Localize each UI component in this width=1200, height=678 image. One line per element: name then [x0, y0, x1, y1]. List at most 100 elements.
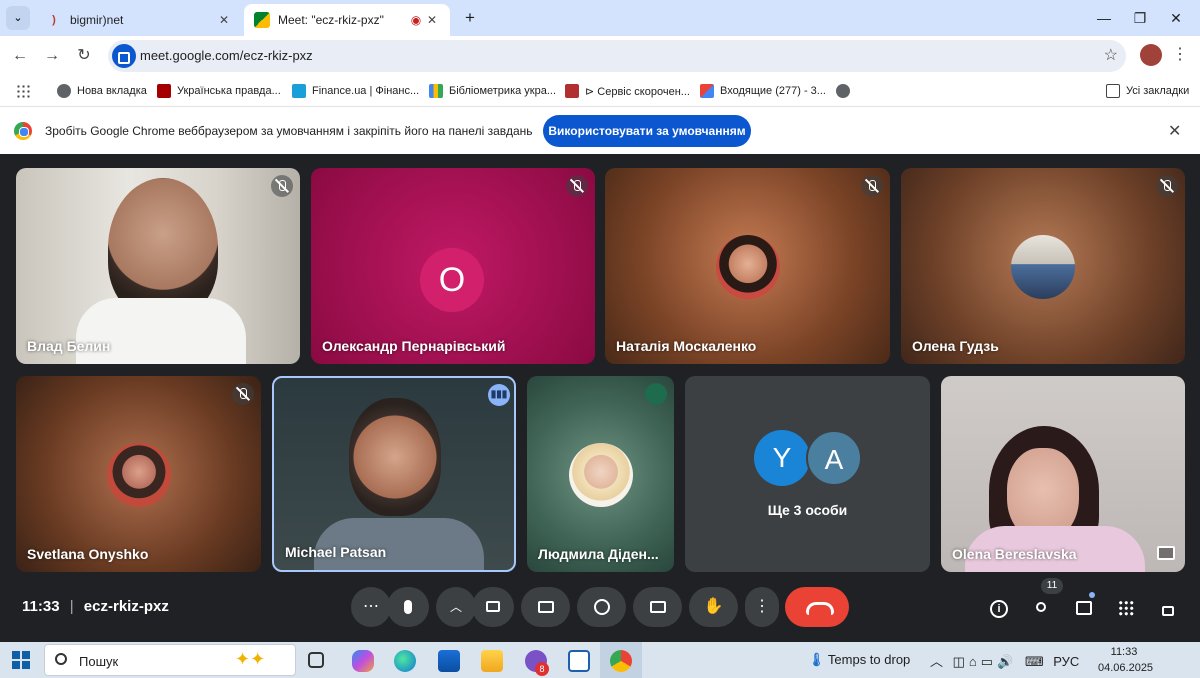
chrome-taskbar-active[interactable]	[600, 642, 642, 678]
bookmark-label: Українська правда...	[177, 85, 281, 97]
tab-search-button[interactable]: ⌄	[6, 6, 30, 30]
url-text[interactable]: meet.google.com/ecz-rkiz-pxz	[140, 48, 313, 63]
participant-name: Влад Белин	[27, 338, 111, 354]
participant-tile-oleksandr[interactable]: О Олександр Пернарівський	[311, 168, 595, 364]
apps-grid-icon[interactable]	[16, 84, 30, 98]
bookmark-star-icon[interactable]: ☆	[1104, 45, 1118, 65]
chrome-menu-icon[interactable]: ⋮	[1172, 44, 1188, 64]
store-icon[interactable]	[438, 650, 460, 672]
back-button[interactable]: ←	[8, 44, 32, 68]
bookmark-new-tab[interactable]: Нова вкладка	[57, 82, 147, 100]
bookmark-globe[interactable]	[836, 82, 856, 100]
globe-icon	[57, 84, 71, 98]
host-controls-icon[interactable]	[1155, 594, 1181, 620]
participant-tile-olena-bereslavska[interactable]: Olena Bereslavska	[941, 376, 1185, 572]
bookmark-bibliometrics[interactable]: Бібліометрика укра...	[429, 82, 556, 100]
reload-button[interactable]: ↻	[72, 44, 96, 68]
bookmark-shortener[interactable]: ⊳ Сервіс скорочен...	[565, 82, 690, 100]
camera-options-button[interactable]: ︿	[436, 587, 476, 627]
site-info-icon[interactable]	[112, 44, 136, 68]
more-options-button[interactable]: ⋮	[745, 587, 779, 627]
participant-tile-vlad[interactable]: Влад Белин	[16, 168, 300, 364]
chrome-icon	[610, 650, 632, 672]
edge-icon[interactable]	[394, 650, 416, 672]
participant-tile-svetlana[interactable]: Svetlana Onyshko	[16, 376, 261, 572]
forward-button[interactable]: →	[40, 44, 64, 68]
captions-button[interactable]	[633, 587, 682, 627]
all-bookmarks[interactable]: Усі закладки	[1106, 82, 1189, 100]
weather-widget[interactable]: 🌡 Temps to drop	[808, 652, 910, 668]
language-indicator[interactable]: РУС	[1053, 654, 1079, 669]
infobar-message: Зробіть Google Chrome веббраузером за ум…	[45, 124, 533, 138]
participant-tile-liudmyla[interactable]: Людмила Діден...	[527, 376, 674, 572]
shortener-icon	[565, 84, 579, 98]
tab-meet[interactable]: Meet: "ecz-rkiz-pxz" ◉ ✕	[244, 4, 450, 36]
chrome-logo-icon	[14, 122, 32, 140]
clock-date: 04.06.2025	[1098, 662, 1154, 674]
camera-icon	[486, 601, 500, 613]
present-screen-button[interactable]	[521, 587, 570, 627]
pravda-icon	[157, 84, 171, 98]
more-options-small-button[interactable]: ⋯	[351, 587, 391, 627]
pip-icon[interactable]	[1157, 546, 1175, 560]
participant-tile-olena-gudz[interactable]: Олена Гудзь	[901, 168, 1185, 364]
task-view-icon[interactable]	[308, 652, 324, 668]
people-icon[interactable]	[1028, 594, 1054, 620]
bookmark-gmail[interactable]: Входящие (277) - 3...	[700, 82, 826, 100]
copilot-icon[interactable]	[352, 650, 374, 672]
meeting-time: 11:33	[22, 598, 60, 615]
chat-icon[interactable]	[1071, 592, 1097, 620]
participant-avatar	[107, 443, 171, 507]
meet-stage: Влад Белин О Олександр Пернарівський Нат…	[0, 154, 1200, 642]
people-count-badge: 11	[1041, 578, 1063, 594]
new-tab-button[interactable]: +	[458, 6, 482, 30]
windows-start-icon[interactable]	[12, 651, 30, 669]
close-window-button[interactable]: ✕	[1164, 6, 1188, 30]
meeting-code: ecz-rkiz-pxz	[83, 598, 169, 615]
raise-hand-button[interactable]: ✋	[689, 587, 738, 627]
more-participants-tile[interactable]: Y A Ще 3 особи	[685, 376, 930, 572]
file-explorer-icon[interactable]	[481, 650, 503, 672]
address-bar[interactable]: meet.google.com/ecz-rkiz-pxz ☆	[108, 40, 1126, 72]
participant-avatar: О	[420, 248, 484, 312]
bookmark-finance[interactable]: Finance.ua | Фінанс...	[292, 82, 419, 100]
chart-icon	[429, 84, 443, 98]
muted-mic-icon	[566, 175, 588, 197]
close-tab-icon[interactable]: ✕	[424, 13, 440, 27]
search-icon	[55, 653, 67, 665]
chevron-up-icon[interactable]: ︿	[930, 654, 943, 669]
activities-icon[interactable]	[1113, 594, 1139, 620]
reactions-button[interactable]	[577, 587, 626, 627]
tray-icons[interactable]: ◫⌂▭🔊	[953, 654, 1018, 669]
microphone-button[interactable]	[387, 587, 429, 627]
profile-avatar[interactable]	[1140, 44, 1162, 66]
bookmark-pravda[interactable]: Українська правда...	[157, 82, 281, 100]
tab-title: bigmir)net	[70, 13, 124, 27]
meeting-details-icon[interactable]: i	[986, 594, 1012, 620]
set-default-button[interactable]: Використовувати за умовчанням	[543, 115, 751, 147]
participant-name: Svetlana Onyshko	[27, 546, 149, 562]
close-icon[interactable]: ✕	[1168, 121, 1181, 141]
muted-mic-icon	[271, 175, 293, 197]
close-tab-icon[interactable]: ✕	[216, 13, 232, 27]
taskbar-clock[interactable]: 11:33 04.06.2025	[1098, 644, 1154, 676]
participant-tile-natalia[interactable]: Наталія Москаленко	[605, 168, 890, 364]
meeting-info: 11:33 | ecz-rkiz-pxz	[22, 598, 169, 615]
keyboard-icon[interactable]: ⌨	[1025, 654, 1044, 669]
taskbar-search[interactable]: Пошук ✦✦	[44, 644, 296, 676]
end-call-button[interactable]	[785, 587, 849, 627]
clock-time: 11:33	[1110, 646, 1138, 658]
tab-bigmir[interactable]: ) bigmir)net ✕	[36, 4, 242, 36]
hand-icon: ✋	[703, 598, 724, 615]
minimize-button[interactable]: —	[1092, 6, 1116, 30]
participant-avatar-y: Y	[754, 430, 810, 486]
camera-button[interactable]	[472, 587, 514, 627]
participant-name: Людмила Діден...	[538, 546, 659, 562]
participant-tile-michael[interactable]: ▮▮▮ Michael Patsan	[272, 376, 516, 572]
restore-button[interactable]: ❐	[1128, 6, 1152, 30]
muted-mic-icon	[232, 383, 254, 405]
document-icon[interactable]	[568, 650, 590, 672]
muted-mic-icon	[861, 175, 883, 197]
viber-icon[interactable]: 8	[525, 650, 549, 676]
windows-taskbar: Пошук ✦✦ 8 🌡 Temps to drop ︿ ◫⌂▭🔊 ⌨ РУС …	[0, 642, 1200, 678]
